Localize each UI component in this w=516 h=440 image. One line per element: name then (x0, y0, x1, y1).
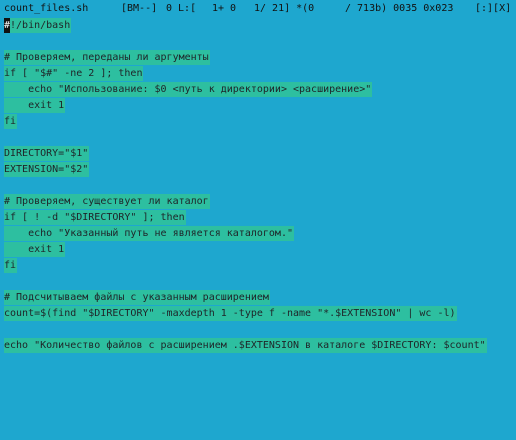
status-filename: count_files.sh (4, 3, 89, 14)
code-line[interactable]: # Проверяем, существует ли каталог (4, 194, 210, 209)
code-line[interactable]: fi (4, 258, 18, 273)
code-line[interactable]: echo "Количество файлов с расширением .$… (4, 338, 487, 353)
code-line[interactable]: EXTENSION="$2" (4, 162, 90, 177)
code-line-text: DIRECTORY="$1" (4, 146, 90, 161)
code-line-text: # Проверяем, переданы ли аргументы (4, 50, 210, 65)
code-line[interactable]: if [ "$#" -ne 2 ]; then (4, 66, 144, 81)
code-line-text: if [ "$#" -ne 2 ]; then (4, 66, 144, 81)
code-line-text: fi (4, 258, 18, 273)
code-line-text: # Проверяем, существует ли каталог (4, 194, 210, 209)
code-editor[interactable]: #!/bin/bash # Проверяем, переданы ли аргу… (4, 18, 512, 428)
code-line-text: #!/bin/bash (4, 18, 72, 33)
code-line-text: exit 1 (4, 98, 66, 113)
code-line[interactable]: echo "Использование: $0 <путь к директор… (4, 82, 373, 97)
status-size: / 713b) 0035 0x023 (345, 3, 454, 14)
code-line-text: if [ ! -d "$DIRECTORY" ]; then (4, 210, 186, 225)
status-lines: 1/ 21] *(0 (254, 3, 315, 14)
code-line[interactable]: if [ ! -d "$DIRECTORY" ]; then (4, 210, 186, 225)
status-bar: count_files.sh [BM--] 0 L:[ 1+ 0 1/ 21] … (0, 0, 516, 16)
code-line-text: exit 1 (4, 242, 66, 257)
code-line-text: fi (4, 114, 18, 129)
code-line[interactable]: exit 1 (4, 98, 66, 113)
code-line[interactable]: echo "Указанный путь не является каталог… (4, 226, 294, 241)
code-line-text: EXTENSION="$2" (4, 162, 90, 177)
status-mode: [BM--] (121, 3, 158, 14)
code-line-text: count=$(find "$DIRECTORY" -maxdepth 1 -t… (4, 306, 457, 321)
code-line[interactable]: DIRECTORY="$1" (4, 146, 90, 161)
code-line[interactable]: #!/bin/bash (4, 18, 72, 33)
status-position: 1+ 0 (212, 3, 237, 14)
text-cursor: # (4, 18, 10, 33)
code-line-text: # Подсчитываем файлы с указанным расшире… (4, 290, 270, 305)
status-column: 0 L:[ (166, 3, 197, 14)
code-line[interactable]: # Проверяем, переданы ли аргументы (4, 50, 210, 65)
code-line[interactable]: # Подсчитываем файлы с указанным расшире… (4, 290, 270, 305)
cursor-char: # (4, 20, 11, 31)
editor-window: count_files.sh [BM--] 0 L:[ 1+ 0 1/ 21] … (0, 0, 516, 440)
code-line-text: echo "Использование: $0 <путь к директор… (4, 82, 373, 97)
status-flags: [:][X] (475, 3, 512, 14)
code-line[interactable]: exit 1 (4, 242, 66, 257)
code-line[interactable]: fi (4, 114, 18, 129)
code-line-text: echo "Количество файлов с расширением .$… (4, 338, 487, 353)
code-line-text: echo "Указанный путь не является каталог… (4, 226, 294, 241)
code-line[interactable]: count=$(find "$DIRECTORY" -maxdepth 1 -t… (4, 306, 457, 321)
